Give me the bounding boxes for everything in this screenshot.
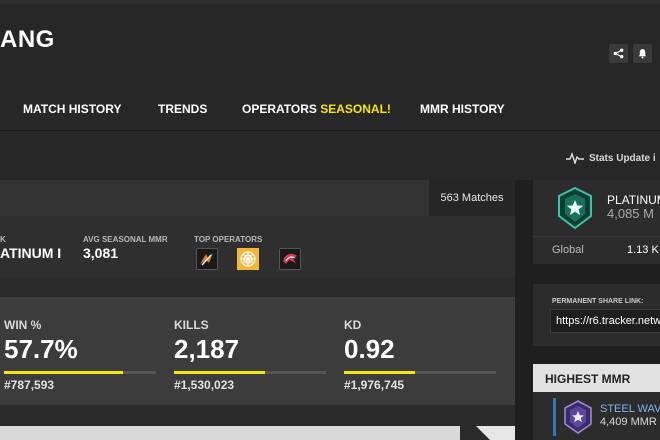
tab-label: TRENDS bbox=[158, 102, 208, 116]
share-link-input[interactable] bbox=[550, 309, 660, 333]
kd-bar bbox=[344, 371, 496, 374]
tab-mmr-history[interactable]: MMR HISTORY bbox=[420, 102, 505, 116]
bell-icon bbox=[638, 49, 647, 59]
tab-label: OPERATORS bbox=[242, 102, 317, 116]
win-pct-value: 57.7% bbox=[4, 334, 78, 364]
next-card-edge bbox=[0, 426, 515, 440]
operator-1-icon[interactable] bbox=[196, 248, 218, 270]
operator-3-icon[interactable] bbox=[279, 248, 301, 270]
seasonal-highlight: SEASONAL! bbox=[320, 102, 391, 116]
platinum-rank-icon bbox=[558, 186, 592, 230]
stats-update-status: Stats Update i bbox=[566, 152, 656, 164]
steel-wave-rank-icon bbox=[564, 400, 592, 434]
win-pct-bar bbox=[4, 371, 156, 374]
matches-count: 563 Matches bbox=[440, 192, 504, 204]
kills-rank: #1,530,023 bbox=[174, 378, 235, 392]
kd-bar-fill bbox=[344, 371, 416, 374]
header-top-strip bbox=[0, 0, 660, 4]
next-card-corner bbox=[460, 426, 515, 440]
rank-name: PLATINUM bbox=[607, 193, 660, 207]
pulse-icon bbox=[566, 152, 584, 164]
tab-operators[interactable]: OPERATORS SEASONAL! bbox=[242, 102, 391, 116]
operator-2-icon[interactable] bbox=[237, 248, 259, 270]
share-icon bbox=[613, 48, 624, 59]
kills-value: 2,187 bbox=[174, 334, 240, 364]
kd-label: KD bbox=[344, 318, 362, 332]
season-card-header: 563 Matches bbox=[0, 180, 515, 216]
rank-value: ATINUM I bbox=[0, 245, 62, 261]
global-value: 1.13 K bbox=[627, 244, 659, 256]
share-button[interactable] bbox=[609, 44, 628, 63]
profile-nav: MATCH HISTORY TRENDS OPERATORS SEASONAL!… bbox=[0, 92, 660, 126]
avg-mmr-label: AVG SEASONAL MMR bbox=[83, 235, 168, 244]
tab-trends[interactable]: TRENDS bbox=[158, 102, 207, 116]
kd-rank: #1,976,745 bbox=[344, 378, 405, 392]
top-operators-label: TOP OPERATORS bbox=[194, 235, 263, 244]
rank-divider bbox=[533, 236, 660, 237]
highest-mmr-accent bbox=[553, 398, 556, 436]
player-name: ANG bbox=[0, 26, 55, 53]
tab-label: MMR HISTORY bbox=[420, 102, 505, 116]
matches-count-tab[interactable]: 563 Matches bbox=[429, 180, 515, 216]
tab-match-history[interactable]: MATCH HISTORY bbox=[23, 102, 121, 116]
kills-bar bbox=[174, 371, 326, 374]
global-label: Global bbox=[552, 244, 584, 256]
sub-bar bbox=[0, 130, 660, 180]
rank-label: K bbox=[0, 235, 6, 244]
tab-label: MATCH HISTORY bbox=[23, 102, 122, 116]
highest-rank-name: STEEL WAV bbox=[600, 403, 660, 415]
win-pct-rank: #787,593 bbox=[4, 378, 55, 392]
stats-update-text: Stats Update i bbox=[589, 152, 656, 164]
win-pct-bar-fill bbox=[4, 371, 123, 374]
kills-bar-fill bbox=[174, 371, 266, 374]
notify-button[interactable] bbox=[633, 44, 652, 63]
rank-mmr: 4,085 M bbox=[607, 206, 654, 221]
kd-value: 0.92 bbox=[344, 334, 395, 364]
highest-mmr-title: HIGHEST MMR bbox=[533, 364, 660, 392]
share-link-label: PERMANENT SHARE LINK: bbox=[552, 298, 644, 305]
season-card: 563 Matches bbox=[0, 180, 515, 426]
win-pct-label: WIN % bbox=[4, 318, 42, 332]
kills-label: KILLS bbox=[174, 318, 209, 332]
avg-mmr-value: 3,081 bbox=[83, 245, 119, 261]
highest-mmr-value: 4,409 MMR bbox=[600, 416, 657, 428]
